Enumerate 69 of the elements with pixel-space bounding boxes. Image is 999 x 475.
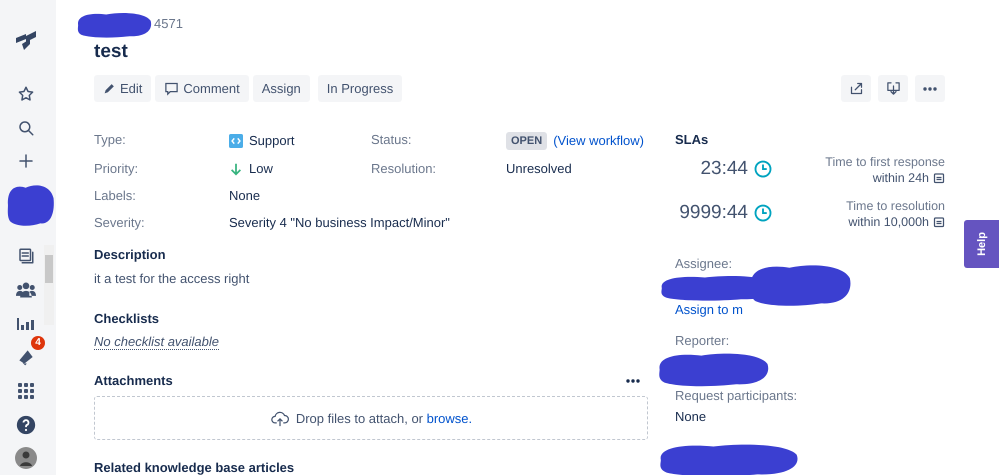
- field-value: Unresolved: [506, 161, 572, 177]
- status-lozenge: OPEN: [506, 132, 548, 150]
- people-label: Reporter:: [675, 333, 730, 349]
- view-workflow-link[interactable]: (View workflow): [553, 133, 644, 149]
- apps-grid-icon[interactable]: [18, 382, 34, 399]
- issue-key[interactable]: 4571: [154, 16, 183, 31]
- plus-icon[interactable]: [17, 152, 35, 170]
- star-icon[interactable]: [17, 85, 35, 104]
- comment-icon: [164, 81, 180, 96]
- help-icon[interactable]: [16, 414, 36, 435]
- sla-goal: within 10,000h: [848, 214, 929, 230]
- section-heading: Attachments: [94, 373, 173, 389]
- more-icon[interactable]: [626, 379, 640, 383]
- people-label: Request participants:: [675, 388, 798, 404]
- clock-icon: [754, 160, 772, 178]
- action-button[interactable]: Assign: [252, 75, 310, 102]
- queue-icon[interactable]: [17, 247, 35, 266]
- down-arrow-icon: [229, 162, 243, 176]
- drop-zone[interactable]: Drop files to attach, or browse.: [94, 396, 648, 440]
- sla-heading: SLAs: [675, 132, 710, 148]
- support-type-icon: [229, 134, 243, 148]
- edit-button[interactable]: Edit: [94, 75, 152, 102]
- download-icon: [886, 81, 900, 96]
- pencil-icon: [103, 82, 116, 95]
- comment-button[interactable]: Comment: [155, 75, 249, 102]
- browse-link[interactable]: browse.: [426, 410, 472, 426]
- share-button[interactable]: [841, 75, 871, 102]
- notification-badge: 4: [31, 336, 45, 350]
- clock-icon: [754, 204, 772, 222]
- field-label: Resolution:: [371, 161, 438, 177]
- issue-title: test: [94, 41, 129, 63]
- cloud-upload-icon: [270, 409, 290, 427]
- section-heading: Related knowledge base articles: [94, 460, 296, 475]
- sla-name: Time to resolution: [846, 198, 945, 214]
- sla-name: Time to first response: [825, 154, 945, 170]
- search-icon[interactable]: [17, 118, 35, 137]
- action-button[interactable]: In Progress: [318, 75, 402, 102]
- more-icon: [923, 86, 937, 90]
- sla-goal: within 24h: [872, 170, 929, 186]
- calendar-icon: [933, 216, 945, 228]
- field-label: Priority:: [94, 161, 140, 177]
- drop-text: Drop files to attach, or browse.: [296, 410, 472, 426]
- avatar[interactable]: [15, 447, 37, 470]
- people-label: Assignee:: [675, 256, 734, 272]
- export-button[interactable]: [878, 75, 908, 102]
- reports-icon[interactable]: [17, 318, 35, 330]
- description-text: it a test for the access right: [94, 271, 250, 287]
- logo-icon: [14, 30, 38, 52]
- field-label: Status:: [371, 132, 412, 149]
- field-label: Type:: [94, 132, 127, 149]
- sla-time: 9999:44: [678, 202, 748, 224]
- section-heading: Description: [94, 247, 167, 263]
- scrollbar[interactable]: [44, 245, 54, 325]
- field-label: Severity:: [94, 215, 146, 231]
- field-value: Severity 4 "No business Impact/Minor": [229, 215, 450, 231]
- more-button[interactable]: [915, 75, 945, 102]
- share-icon: [848, 81, 864, 96]
- calendar-icon: [933, 172, 945, 184]
- people-value: None: [675, 409, 708, 425]
- field-value: None: [229, 188, 260, 204]
- type-value: Support: [249, 133, 295, 149]
- field-label: Labels:: [94, 188, 137, 204]
- sla-time: 23:44: [699, 158, 748, 180]
- priority-value: Low: [249, 161, 273, 177]
- help-tab[interactable]: Help: [964, 220, 999, 268]
- no-checklist-link[interactable]: No checklist available: [94, 334, 220, 350]
- section-heading: Checklists: [94, 311, 160, 327]
- people-icon[interactable]: [16, 281, 36, 300]
- assign-to-me-link[interactable]: Assign to m: [675, 302, 743, 317]
